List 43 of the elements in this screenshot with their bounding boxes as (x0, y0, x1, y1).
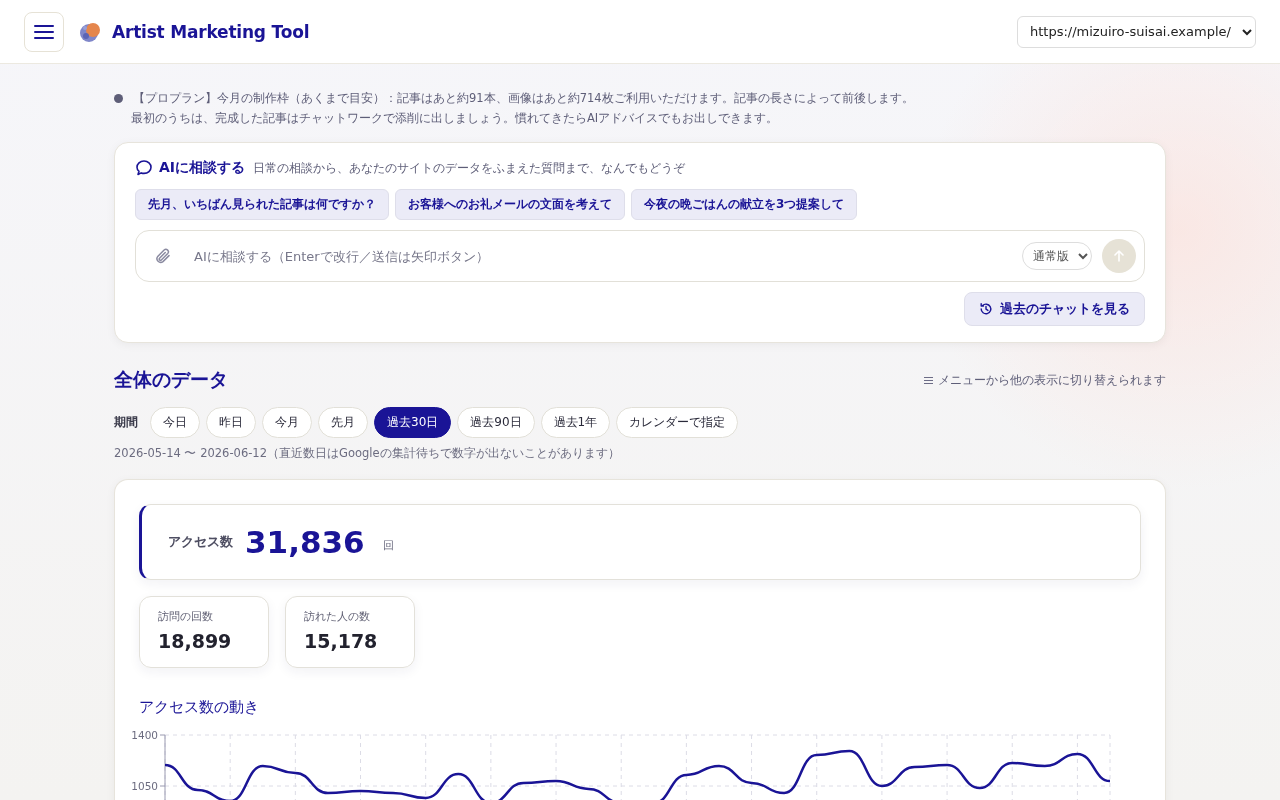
app-title: Artist Marketing Tool (112, 21, 310, 42)
metric-value: 18,899 (158, 630, 233, 652)
chart-title: アクセス数の動き (139, 698, 260, 717)
site-select[interactable]: https://mizuiro-suisai.example/ (1017, 15, 1256, 48)
y-axis (159, 734, 166, 800)
chat-input-field[interactable]: AIに相談する（Enterで改行／送信は矢印ボタン） 通常版 (135, 230, 1145, 282)
metric-unit: 回 (382, 537, 394, 553)
hint-text: メニューから他の表示に切り替えられます (938, 372, 1166, 388)
notice-text: 最初のうちは、完成した記事はチャットワークで添削に出しましょう。慣れてきたらAIアドバイスでもお出しできます。 (131, 110, 780, 126)
section-title: 全体のデータ (114, 367, 228, 392)
metric-value: 15,178 (304, 630, 379, 652)
menu-icon (34, 23, 54, 40)
metric-value: 31,836 (245, 524, 365, 560)
metric-label: アクセス数 (168, 533, 233, 551)
suggestion-chip[interactable]: 今夜の晩ごはんの献立を3つ提案して (631, 189, 858, 220)
period-tab[interactable]: 昨日 (206, 407, 256, 438)
period-tab[interactable]: 過去1年 (540, 407, 611, 438)
period-tab[interactable]: 今日 (150, 407, 200, 438)
period-tab[interactable]: 過去90日 (457, 407, 535, 438)
menu-icon (924, 375, 933, 385)
period-tab[interactable]: 過去30日 (374, 407, 452, 438)
range-note: 2026-05-14 〜 2026-06-12（直近数日はGoogleの集計待ちで数字が出ないことがあります） (114, 446, 621, 461)
period-tab[interactable]: カレンダーで指定 (616, 407, 739, 438)
y-tick-label: 1400 (131, 729, 158, 741)
arrow-up-icon (1112, 249, 1126, 263)
mode-select[interactable]: 通常版 (1022, 242, 1092, 270)
panel-subtitle: 日常の相談から、あなたのサイトのデータをふまえた質問まで、なんでもどうぞ (253, 160, 686, 176)
history-icon (979, 302, 993, 316)
bullet-icon (114, 94, 123, 103)
suggestion-chip[interactable]: 先月、いちばん見られた記事は何ですか？ (135, 189, 389, 220)
metric-label: 訪問の回数 (158, 609, 214, 624)
history-button[interactable]: 過去のチャットを見る (964, 292, 1145, 326)
suggestion-chip[interactable]: お客様へのお礼メールの文面を考えて (395, 189, 625, 220)
y-tick-label: 1050 (131, 780, 158, 792)
metric-label: 訪れた人の数 (304, 609, 371, 624)
notice-text: 【プロプラン】今月の制作枠（あくまで目安）：記事はあと約91本、画像はあと約714枚ご利用いただけます。記事の長さによって前後します。 (133, 90, 914, 106)
period-tab[interactable]: 今月 (262, 407, 312, 438)
period-tab[interactable]: 先月 (318, 407, 368, 438)
paperclip-icon (154, 247, 172, 265)
chat-bubble-icon (135, 159, 153, 177)
period-label: 期間 (114, 414, 138, 431)
menu-button[interactable] (24, 11, 64, 52)
panel-title: AIに相談する (159, 159, 246, 177)
